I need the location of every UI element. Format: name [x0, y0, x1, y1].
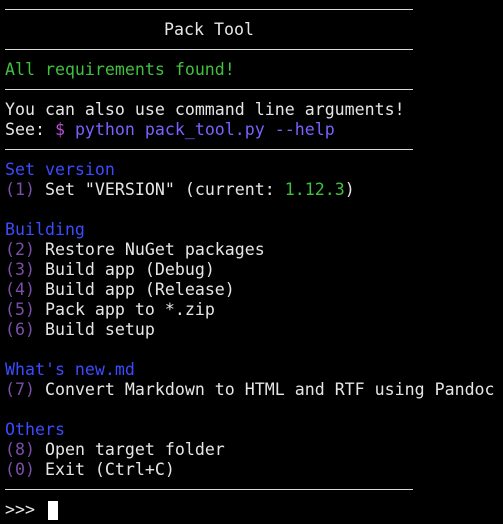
menu-item-open-target-folder[interactable]: (8) Open target folder [5, 440, 503, 460]
section-heading-others: Others [5, 420, 65, 439]
command-prompt[interactable]: >>> [5, 500, 503, 520]
menu-item-label: Restore NuGet packages [34, 240, 265, 259]
menu-item-label: Open target folder [34, 440, 225, 459]
menu-item-key: (3) [5, 260, 35, 279]
hint-text: You can also use command line arguments! [5, 100, 405, 119]
hint-command-line: See: $ python pack_tool.py --help [5, 120, 503, 140]
menu-item-suffix: ) [344, 180, 355, 199]
prompt-symbol: >>> [5, 500, 35, 519]
menu-item-label: Convert Markdown to HTML and RTF using P… [34, 380, 495, 399]
menu-item-key: (5) [5, 300, 35, 319]
menu-item-pack-zip[interactable]: (5) Pack app to *.zip [5, 300, 503, 320]
divider [5, 40, 503, 60]
divider [5, 480, 503, 500]
terminal-window: Pack Tool All requirements found! You ca… [0, 0, 503, 524]
see-label: See: [5, 120, 55, 139]
menu-item-key: (7) [5, 380, 35, 399]
menu-item-label: Pack app to *.zip [34, 300, 215, 319]
menu-item-key: (1) [5, 180, 35, 199]
app-title: Pack Tool [164, 20, 254, 39]
menu-item-restore-nuget[interactable]: (2) Restore NuGet packages [5, 240, 503, 260]
current-version: 1.12.3 [284, 180, 345, 199]
menu-item-key: (4) [5, 280, 35, 299]
menu-item-set-version[interactable]: (1) Set "VERSION" (current: 1.12.3) [5, 180, 503, 200]
menu-item-label: Exit (Ctrl+C) [34, 460, 175, 479]
status-message: All requirements found! [5, 60, 235, 79]
menu-item-label: Build setup [34, 320, 155, 339]
menu-item-convert-markdown[interactable]: (7) Convert Markdown to HTML and RTF usi… [5, 380, 503, 400]
menu-item-exit[interactable]: (0) Exit (Ctrl+C) [5, 460, 503, 480]
menu-item-label: Set "VERSION" (current: [34, 180, 285, 199]
menu-item-key: (2) [5, 240, 35, 259]
menu-item-key: (8) [5, 440, 35, 459]
menu-item-build-setup[interactable]: (6) Build setup [5, 320, 503, 340]
menu-item-build-release[interactable]: (4) Build app (Release) [5, 280, 503, 300]
menu-item-key: (0) [5, 460, 35, 479]
menu-item-label: Build app (Debug) [34, 260, 215, 279]
divider [5, 80, 503, 100]
menu-item-key: (6) [5, 320, 35, 339]
text-cursor[interactable] [47, 500, 58, 520]
section-heading-building: Building [5, 220, 85, 239]
section-heading-set-version: Set version [5, 160, 115, 179]
divider [5, 140, 503, 160]
dollar-sign: $ [54, 120, 65, 139]
help-command: python pack_tool.py --help [64, 120, 335, 139]
divider [5, 0, 503, 20]
menu-item-label: Build app (Release) [34, 280, 235, 299]
section-heading-whats-new: What's new.md [5, 360, 135, 379]
menu-item-build-debug[interactable]: (3) Build app (Debug) [5, 260, 503, 280]
